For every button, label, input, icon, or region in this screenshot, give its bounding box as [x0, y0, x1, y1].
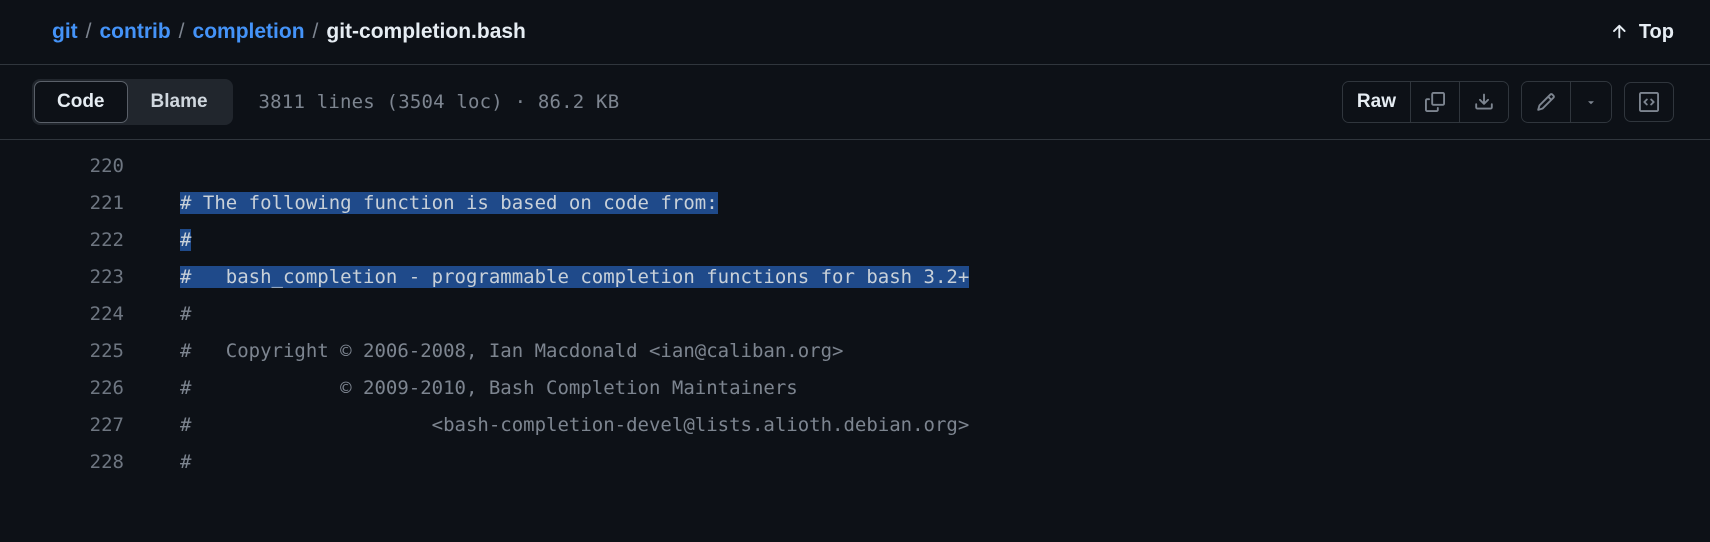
symbols-button[interactable]: [1624, 82, 1674, 122]
code-row: 223# bash_completion - programmable comp…: [0, 259, 1710, 296]
toolbar-right: Raw: [1342, 81, 1674, 123]
breadcrumb-separator: /: [86, 20, 92, 44]
breadcrumb-current-file: git-completion.bash: [326, 20, 526, 44]
toolbar-left: Code Blame 3811 lines (3504 loc) · 86.2 …: [32, 79, 619, 125]
code-row: 225# Copyright © 2006-2008, Ian Macdonal…: [0, 333, 1710, 370]
code-row: 226# © 2009-2010, Bash Completion Mainta…: [0, 370, 1710, 407]
tab-group: Code Blame: [32, 79, 233, 125]
code-row: 228#: [0, 444, 1710, 481]
breadcrumb: git / contrib / completion / git-complet…: [52, 20, 526, 44]
copy-button[interactable]: [1411, 82, 1460, 122]
top-link-label: Top: [1639, 21, 1674, 44]
raw-button[interactable]: Raw: [1343, 82, 1411, 122]
breadcrumb-separator: /: [313, 20, 319, 44]
code-area[interactable]: 220221# The following function is based …: [0, 140, 1710, 481]
copy-icon: [1425, 92, 1445, 112]
pencil-icon: [1536, 92, 1556, 112]
breadcrumb-separator: /: [179, 20, 185, 44]
symbols-icon: [1639, 92, 1659, 112]
line-number[interactable]: 226: [0, 370, 180, 407]
triangle-down-icon: [1585, 96, 1597, 108]
code-row: 224#: [0, 296, 1710, 333]
code-line[interactable]: # © 2009-2010, Bash Completion Maintaine…: [180, 370, 798, 407]
code-line[interactable]: # Copyright © 2006-2008, Ian Macdonald <…: [180, 333, 843, 370]
code-row: 221# The following function is based on …: [0, 185, 1710, 222]
line-number[interactable]: 223: [0, 259, 180, 296]
download-button[interactable]: [1460, 82, 1508, 122]
line-number[interactable]: 225: [0, 333, 180, 370]
raw-button-group: Raw: [1342, 81, 1509, 123]
toolbar: Code Blame 3811 lines (3504 loc) · 86.2 …: [0, 65, 1710, 140]
line-number[interactable]: 220: [0, 148, 180, 185]
line-number[interactable]: 222: [0, 222, 180, 259]
tab-blame[interactable]: Blame: [128, 81, 231, 123]
code-row: 222#: [0, 222, 1710, 259]
file-info: 3811 lines (3504 loc) · 86.2 KB: [259, 91, 620, 113]
breadcrumb-link-completion[interactable]: completion: [193, 20, 305, 44]
breadcrumb-link-contrib[interactable]: contrib: [100, 20, 171, 44]
code-line[interactable]: #: [180, 444, 191, 481]
tab-code[interactable]: Code: [34, 81, 128, 123]
code-line[interactable]: #: [180, 222, 191, 259]
code-line[interactable]: #: [180, 296, 191, 333]
arrow-up-icon: [1609, 22, 1629, 42]
edit-button-group: [1521, 81, 1612, 123]
top-link[interactable]: Top: [1609, 21, 1674, 44]
line-number[interactable]: 224: [0, 296, 180, 333]
code-line[interactable]: # The following function is based on cod…: [180, 185, 718, 222]
line-number[interactable]: 227: [0, 407, 180, 444]
code-line[interactable]: # <bash-completion-devel@lists.alioth.de…: [180, 407, 969, 444]
breadcrumb-bar: git / contrib / completion / git-complet…: [0, 0, 1710, 65]
code-row: 220: [0, 148, 1710, 185]
breadcrumb-link-git[interactable]: git: [52, 20, 78, 44]
edit-button[interactable]: [1522, 82, 1571, 122]
code-line[interactable]: # bash_completion - programmable complet…: [180, 259, 969, 296]
download-icon: [1474, 92, 1494, 112]
code-row: 227# <bash-completion-devel@lists.alioth…: [0, 407, 1710, 444]
edit-dropdown-button[interactable]: [1571, 82, 1611, 122]
line-number[interactable]: 228: [0, 444, 180, 481]
line-number[interactable]: 221: [0, 185, 180, 222]
